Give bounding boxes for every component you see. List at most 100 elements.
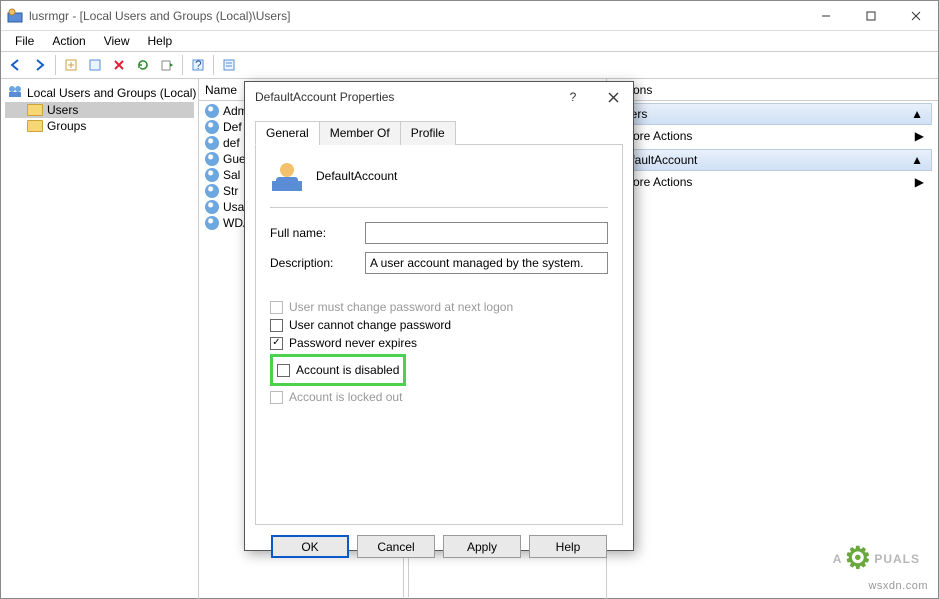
svg-text:?: ?	[195, 58, 202, 72]
tree-groups[interactable]: Groups	[5, 118, 194, 134]
user-icon	[205, 152, 219, 166]
menu-action[interactable]: Action	[44, 32, 93, 50]
menu-help[interactable]: Help	[140, 32, 181, 50]
refresh-button[interactable]	[132, 54, 154, 76]
checkbox-label: Password never expires	[289, 336, 417, 350]
logo-text: PUALS	[874, 552, 920, 566]
menubar: File Action View Help	[1, 31, 938, 51]
checkbox-label: Account is disabled	[296, 363, 399, 377]
tree-groups-label: Groups	[47, 119, 86, 133]
main-window: lusrmgr - [Local Users and Groups (Local…	[0, 0, 939, 599]
minimize-button[interactable]	[803, 1, 848, 30]
toolbar-separator	[213, 55, 214, 75]
user-label: Sal	[223, 168, 240, 182]
menu-view[interactable]: View	[96, 32, 138, 50]
appuals-logo: A ⚙ PUALS	[833, 541, 920, 576]
tree-users[interactable]: Users	[5, 102, 194, 118]
description-label: Description:	[270, 256, 365, 270]
checkbox-icon	[277, 364, 290, 377]
close-button[interactable]	[893, 1, 938, 30]
tree-root[interactable]: Local Users and Groups (Local)	[5, 83, 194, 102]
fullname-row: Full name:	[270, 222, 608, 244]
tree-root-label: Local Users and Groups (Local)	[27, 86, 196, 100]
dialog-titlebar: DefaultAccount Properties ?	[245, 82, 633, 112]
help-button[interactable]: Help	[529, 535, 607, 558]
chevron-right-icon: ▶	[915, 175, 924, 189]
account-name: DefaultAccount	[316, 169, 397, 183]
actions-pane: Actions Users ▲ More Actions ▶ DefaultAc…	[607, 79, 938, 599]
user-label: Def	[223, 120, 242, 134]
delete-button[interactable]	[108, 54, 130, 76]
forward-button[interactable]	[29, 54, 51, 76]
toolbar: ?	[1, 51, 938, 79]
logo-text: A	[833, 552, 843, 566]
folder-icon	[27, 104, 43, 116]
fullname-input[interactable]	[365, 222, 608, 244]
maximize-button[interactable]	[848, 1, 893, 30]
toolbar-separator	[55, 55, 56, 75]
collapse-icon: ▲	[911, 107, 923, 121]
export-button[interactable]	[156, 54, 178, 76]
checkbox-label: Account is locked out	[289, 390, 402, 404]
collapse-icon: ▲	[911, 153, 923, 167]
user-icon	[205, 200, 219, 214]
actions-header: Actions	[607, 79, 938, 101]
properties-button[interactable]	[84, 54, 106, 76]
checkbox-icon	[270, 319, 283, 332]
user-icon	[205, 120, 219, 134]
dialog-help-button[interactable]: ?	[553, 82, 593, 112]
menu-file[interactable]: File	[7, 32, 42, 50]
tab-memberof[interactable]: Member Of	[319, 121, 401, 145]
tree-pane: Local Users and Groups (Local) Users Gro…	[1, 79, 199, 599]
chevron-right-icon: ▶	[915, 129, 924, 143]
toolbar-separator	[182, 55, 183, 75]
user-icon	[205, 168, 219, 182]
checkbox-group: User must change password at next logon U…	[270, 300, 608, 404]
properties-dialog: DefaultAccount Properties ? General Memb…	[244, 81, 634, 551]
tab-content: DefaultAccount Full name: Description: U…	[255, 145, 623, 525]
app-icon	[7, 8, 23, 24]
user-label: Str	[223, 184, 238, 198]
description-row: Description:	[270, 252, 608, 274]
apply-button[interactable]: Apply	[443, 535, 521, 558]
user-icon	[205, 104, 219, 118]
checkbox-label: User must change password at next logon	[289, 300, 513, 314]
back-button[interactable]	[5, 54, 27, 76]
checkbox-icon	[270, 301, 283, 314]
folder-icon	[27, 120, 43, 132]
user-label: def	[223, 136, 240, 150]
dialog-buttons: OK Cancel Apply Help	[245, 525, 633, 570]
actions-link-more-account[interactable]: More Actions ▶	[607, 171, 932, 193]
fullname-label: Full name:	[270, 226, 365, 240]
gear-icon: ⚙	[844, 541, 872, 576]
group-icon	[7, 84, 23, 101]
actions-section-users[interactable]: Users ▲	[607, 103, 932, 125]
user-icon	[205, 136, 219, 150]
help2-button[interactable]: ?	[187, 54, 209, 76]
cancel-button[interactable]: Cancel	[357, 535, 435, 558]
highlight-box: Account is disabled	[270, 354, 406, 386]
checkbox-row[interactable]: User cannot change password	[270, 318, 608, 332]
tab-general[interactable]: General	[255, 121, 320, 145]
dialog-title: DefaultAccount Properties	[255, 90, 553, 104]
checkbox-row: User must change password at next logon	[270, 300, 608, 314]
dialog-close-button[interactable]	[593, 82, 633, 112]
tab-profile[interactable]: Profile	[400, 121, 456, 145]
dialog-tabs: General Member Of Profile	[255, 120, 623, 145]
dialog-body: General Member Of Profile DefaultAccount…	[245, 112, 633, 525]
ok-button[interactable]: OK	[271, 535, 349, 558]
actions-link-more-users[interactable]: More Actions ▶	[607, 125, 932, 147]
checkbox-row[interactable]: Account is disabled	[277, 363, 399, 377]
tree-users-label: Users	[47, 103, 78, 117]
actions-section-account[interactable]: DefaultAccount ▲	[607, 149, 932, 171]
description-input[interactable]	[365, 252, 608, 274]
new-button[interactable]	[60, 54, 82, 76]
checkbox-icon: ✓	[270, 337, 283, 350]
view-button[interactable]	[218, 54, 240, 76]
watermark: wsxdn.com	[868, 580, 928, 592]
titlebar: lusrmgr - [Local Users and Groups (Local…	[1, 1, 938, 31]
user-label: Gue	[223, 152, 246, 166]
checkbox-row[interactable]: ✓ Password never expires	[270, 336, 608, 350]
checkbox-label: User cannot change password	[289, 318, 451, 332]
checkbox-row: Account is locked out	[270, 390, 608, 404]
